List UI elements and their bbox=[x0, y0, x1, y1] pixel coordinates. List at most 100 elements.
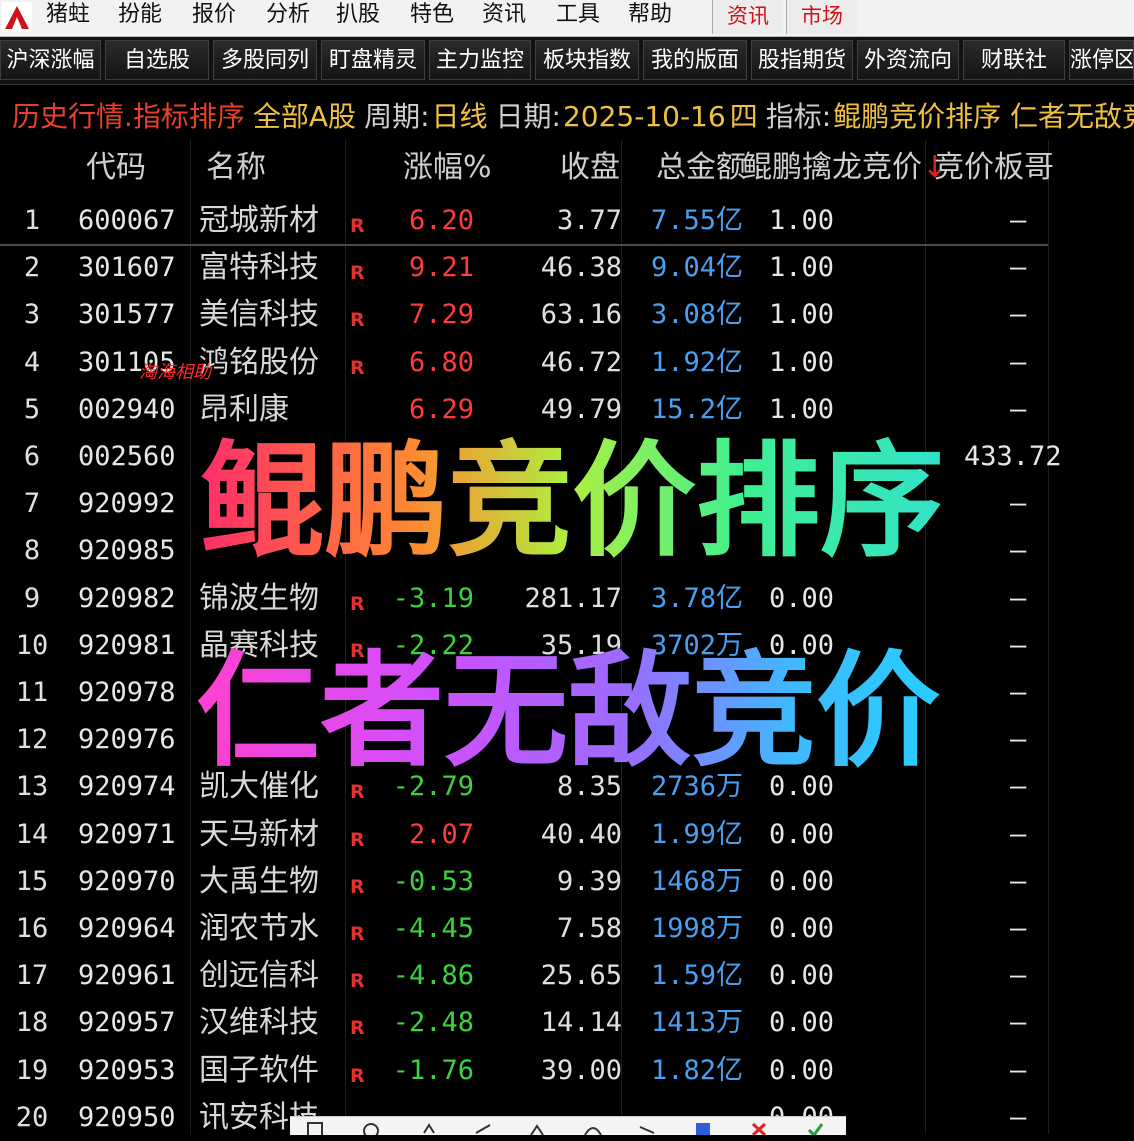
menu-item-function[interactable]: 扮能 bbox=[118, 0, 162, 34]
menu-special-market[interactable]: 市场 bbox=[786, 0, 857, 34]
table-row[interactable]: 2 301607 富特科技 R 9.21 46.38 9.04亿 1.00 – bbox=[0, 244, 1048, 291]
header-amount[interactable]: 总金额 bbox=[656, 140, 746, 196]
table-row[interactable]: 9 920982 锦波生物 R -3.19 281.17 3.78亿 0.00 – bbox=[0, 575, 1048, 622]
line-icon[interactable] bbox=[636, 1121, 658, 1135]
toolbar-button-sector-index[interactable]: 板块指数 bbox=[535, 40, 639, 80]
row-index: 12 bbox=[15, 724, 49, 756]
header-auction[interactable]: 鲲鹏擒龙竞价↓ bbox=[742, 140, 947, 196]
undo-icon[interactable] bbox=[418, 1121, 440, 1135]
total-amount: 1.82亿 bbox=[651, 1054, 744, 1086]
stock-code: 920976 bbox=[78, 724, 176, 756]
table-row[interactable]: 17 920961 创远信科 R -4.86 25.65 1.59亿 0.00 – bbox=[0, 952, 1048, 999]
stock-code: 920953 bbox=[78, 1054, 176, 1086]
row-index: 14 bbox=[15, 818, 49, 850]
toolbar-button-index-futures[interactable]: 股指期货 bbox=[751, 40, 853, 80]
page-icon[interactable] bbox=[304, 1121, 326, 1135]
menu-item-quote[interactable]: 报价 bbox=[192, 0, 236, 34]
save-icon[interactable] bbox=[692, 1121, 714, 1135]
auction-score: 0.00 bbox=[768, 865, 834, 897]
table-row[interactable]: 19 920953 国子软件 R -1.76 39.00 1.82亿 0.00 – bbox=[0, 1047, 1048, 1094]
toolbar-button-limit-up[interactable]: 涨停区 bbox=[1069, 40, 1134, 80]
auction-boss: – bbox=[1010, 252, 1027, 284]
table-row[interactable]: 1 600067 冠城新材 R 6.20 3.77 7.55亿 1.00 – bbox=[0, 197, 1048, 246]
total-amount: 15.2亿 bbox=[651, 393, 744, 425]
header-close[interactable]: 收盘 bbox=[560, 140, 620, 196]
close-price: 25.65 bbox=[540, 960, 622, 992]
stock-code: 920970 bbox=[78, 865, 176, 897]
check-icon[interactable] bbox=[804, 1121, 826, 1135]
close-price: 49.79 bbox=[540, 393, 622, 425]
stock-code: 920982 bbox=[78, 582, 176, 614]
date-value[interactable]: 2025-10-16 bbox=[563, 100, 726, 133]
toolbar-button-watchlist[interactable]: 自选股 bbox=[105, 40, 209, 80]
table-row[interactable]: 14 920971 天马新材 R 2.07 40.40 1.99亿 0.00 – bbox=[0, 811, 1048, 858]
auction-boss: – bbox=[1010, 1054, 1027, 1086]
overlay-title-2: 仁者无敌竞价 bbox=[196, 642, 986, 782]
market-scope[interactable]: 全部A股 bbox=[253, 100, 356, 133]
toolbar-button-foreign-flow[interactable]: 外资流向 bbox=[857, 40, 959, 80]
stock-code: 920985 bbox=[78, 535, 176, 567]
financing-mark: R bbox=[350, 875, 365, 898]
stock-name: 昂利康 bbox=[199, 391, 289, 427]
financing-mark: R bbox=[350, 970, 365, 993]
close-price: 40.40 bbox=[540, 818, 622, 850]
auction-boss: – bbox=[1010, 818, 1027, 850]
menu-item-news[interactable]: 资讯 bbox=[482, 0, 526, 34]
stock-code: 301607 bbox=[78, 252, 176, 284]
arrow-up-icon[interactable] bbox=[526, 1121, 548, 1135]
total-amount: 1468万 bbox=[651, 865, 744, 897]
row-index: 1 bbox=[23, 205, 41, 236]
header-code[interactable]: 代码 bbox=[86, 140, 146, 196]
auction-score: 1.00 bbox=[768, 252, 834, 284]
auction-boss: – bbox=[1010, 913, 1027, 944]
close-icon[interactable] bbox=[748, 1121, 770, 1135]
row-index: 3 bbox=[23, 299, 41, 331]
table-row[interactable]: 18 920957 汉维科技 R -2.48 14.14 1413万 0.00 – bbox=[0, 999, 1048, 1046]
indicator-value[interactable]: 鲲鹏竞价排序 仁者无敌竞价 bbox=[833, 100, 1134, 133]
search-icon[interactable] bbox=[360, 1121, 382, 1135]
financing-mark: R bbox=[350, 309, 365, 332]
menu-item-analysis[interactable]: 分析 bbox=[266, 0, 310, 34]
change-percent: 6.20 bbox=[408, 205, 474, 236]
menu-item-expand[interactable]: 扒股 bbox=[336, 0, 380, 34]
app-logo-icon[interactable] bbox=[2, 2, 32, 32]
draw-icon[interactable] bbox=[472, 1121, 494, 1135]
change-percent: 7.29 bbox=[408, 299, 474, 331]
menu-item-feature[interactable]: 特色 bbox=[410, 0, 454, 34]
toolbar-button-my-layout[interactable]: 我的版面 bbox=[643, 40, 747, 80]
table-row[interactable]: 3 301577 美信科技 R 7.29 63.16 3.08亿 1.00 – bbox=[0, 291, 1048, 338]
header-name[interactable]: 名称 bbox=[206, 140, 266, 196]
toolbar-button-market-rank[interactable]: 沪深涨幅 bbox=[0, 40, 101, 80]
menu-bar: 猪蛀 扮能 报价 分析 扒股 特色 资讯 工具 帮助 资讯 市场 bbox=[0, 0, 1134, 37]
auction-score: 0.00 bbox=[768, 582, 834, 614]
header-pct[interactable]: 涨幅% bbox=[403, 140, 492, 196]
auction-boss: – bbox=[1010, 299, 1027, 331]
menu-item-system[interactable]: 猪蛀 bbox=[46, 0, 90, 34]
toolbar-button-main-force[interactable]: 主力监控 bbox=[429, 40, 531, 80]
table-row[interactable]: 15 920970 大禹生物 R -0.53 9.39 1468万 0.00 – bbox=[0, 858, 1048, 905]
auction-boss: – bbox=[1010, 582, 1027, 614]
auction-boss: – bbox=[1010, 393, 1027, 425]
curve-icon[interactable] bbox=[582, 1121, 604, 1135]
auction-boss: – bbox=[1010, 205, 1027, 236]
period-value[interactable]: 日线 bbox=[432, 100, 488, 133]
header-boss[interactable]: 竞价板哥 bbox=[934, 140, 1054, 196]
toolbar-button-multi-stock[interactable]: 多股同列 bbox=[213, 40, 317, 80]
overlay-title-1: 鲲鹏竞价排序 bbox=[200, 432, 970, 572]
financing-mark: R bbox=[350, 1017, 365, 1040]
toolbar-button-cls-news[interactable]: 财联社 bbox=[963, 40, 1065, 80]
total-amount: 1.92亿 bbox=[651, 346, 744, 378]
menu-special-news[interactable]: 资讯 bbox=[712, 0, 783, 34]
table-row[interactable]: 5 002940 昂利康 6.29 49.79 15.2亿 1.00 – bbox=[0, 386, 1048, 433]
stock-name: 国子软件 bbox=[199, 1052, 319, 1088]
menu-item-tools[interactable]: 工具 bbox=[556, 0, 600, 34]
stock-name: 鸿铭股份 bbox=[199, 344, 319, 380]
toolbar-button-monitor-wizard[interactable]: 盯盘精灵 bbox=[321, 40, 425, 80]
table-row[interactable]: 16 920964 润农节水 R -4.45 7.58 1998万 0.00 – bbox=[0, 905, 1048, 952]
stock-code: 920981 bbox=[78, 629, 176, 661]
financing-mark: R bbox=[350, 828, 365, 851]
row-index: 10 bbox=[15, 629, 49, 661]
menu-item-help[interactable]: 帮助 bbox=[628, 0, 672, 34]
row-index: 11 bbox=[15, 677, 49, 708]
close-price: 46.38 bbox=[540, 252, 622, 284]
